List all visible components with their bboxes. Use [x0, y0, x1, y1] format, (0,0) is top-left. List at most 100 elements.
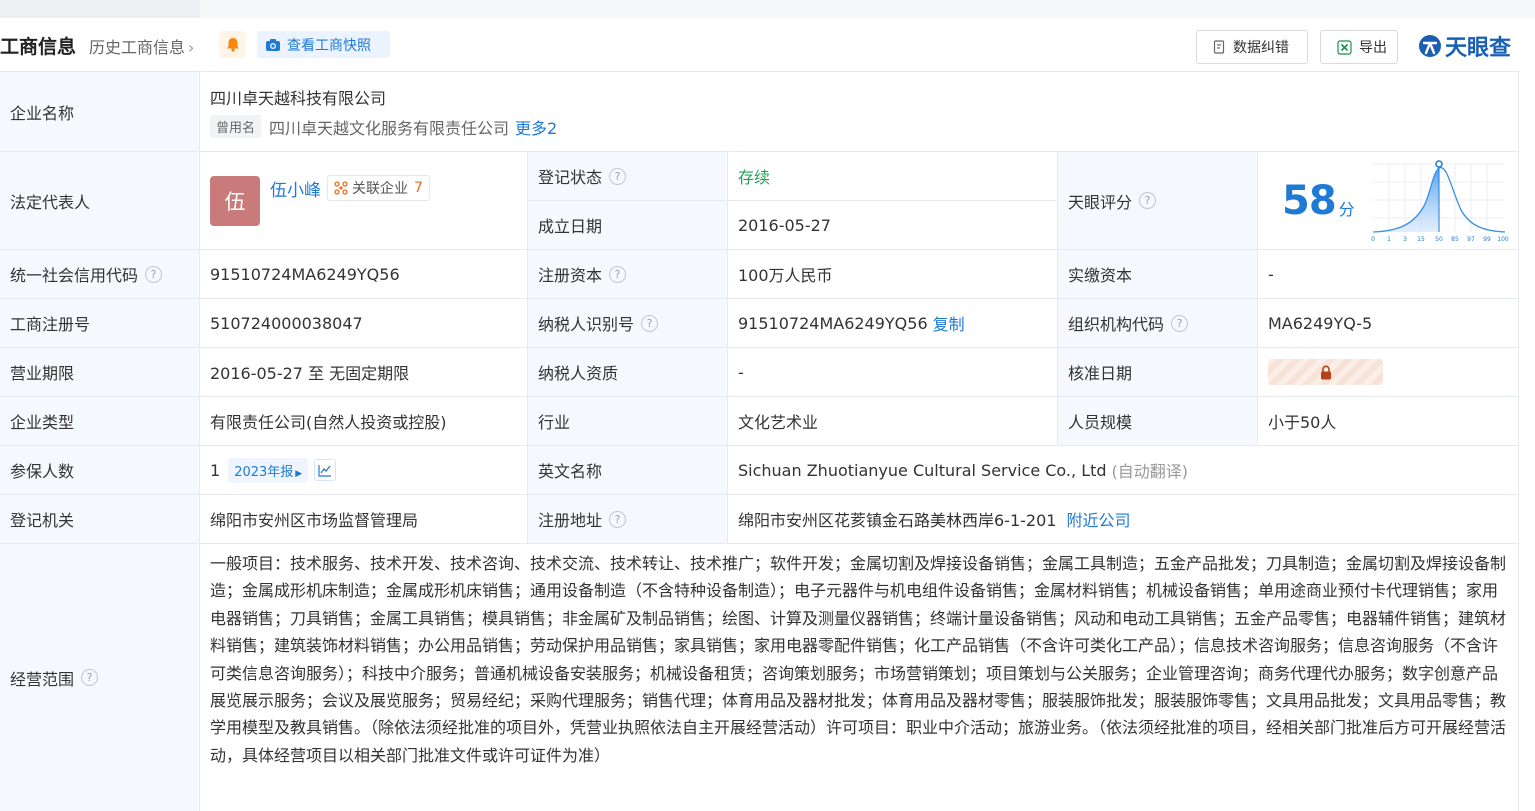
org-code-label: 组织机构代码	[1068, 315, 1165, 334]
found-date-label-cell: 成立日期	[528, 201, 728, 250]
legal-rep-label: 法定代表人	[10, 192, 91, 212]
insured-label-cell: 参保人数	[0, 446, 200, 495]
en-name-label-cell: 英文名称	[528, 446, 728, 495]
taxpayer-id-cell: 91510724MA6249YQ56 复制	[728, 299, 1058, 348]
reg-capital-cell: 100万人民币	[728, 250, 1058, 299]
history-label: 历史工商信息	[89, 38, 186, 57]
paid-capital-cell: -	[1258, 250, 1519, 299]
score-tick-8: 100	[1497, 236, 1509, 243]
history-link[interactable]: 历史工商信息 ›	[89, 34, 194, 58]
reg-status-label: 登记状态	[538, 168, 603, 187]
section-title: 工商信息	[0, 36, 77, 58]
insured-trend-button[interactable]	[314, 459, 337, 481]
snapshot-button[interactable]: 查看工商快照	[257, 31, 390, 58]
legal-rep-name-link[interactable]: 伍小峰	[270, 176, 321, 201]
help-icon[interactable]: ?	[641, 314, 659, 332]
biz-reg-no-value: 510724000038047	[210, 313, 363, 333]
taxpayer-id-value: 91510724MA6249YQ56	[738, 313, 928, 333]
authority-value: 绵阳市安州区市场监督管理局	[210, 511, 419, 530]
data-fix-label: 数据纠错	[1233, 40, 1289, 56]
monitor-bell-button[interactable]	[219, 31, 246, 58]
nearby-companies-link[interactable]: 附近公司	[1066, 507, 1130, 531]
score-tick-labels: 0 1 3 15 50 85 97 99 100	[1371, 236, 1509, 243]
address-value: 绵阳市安州区花荄镇金石路美林西岸6-1-201	[738, 511, 1057, 530]
edit-doc-icon	[1213, 40, 1225, 54]
top-strip-segment	[0, 0, 200, 18]
score-marker-dot	[1434, 159, 1443, 168]
former-name-more-link[interactable]: 更多2	[515, 115, 557, 139]
address-label-cell: 注册地址?	[528, 495, 728, 544]
en-name-note: (自动翻译)	[1111, 462, 1189, 481]
taxpayer-qual-label: 纳税人资质	[538, 364, 619, 383]
org-code-value: MA6249YQ-5	[1268, 313, 1373, 333]
copy-button[interactable]: 复制	[933, 311, 965, 335]
reg-capital-value: 100万人民币	[738, 266, 833, 285]
score-tick-1: 1	[1387, 236, 1391, 243]
term-label-cell: 营业期限	[0, 348, 200, 397]
en-name-value: Sichuan Zhuotianyue Cultural Service Co.…	[738, 460, 1107, 480]
export-label: 导出	[1359, 40, 1387, 56]
scope-value: 一般项目：技术服务、技术开发、技术咨询、技术交流、技术转让、技术推广；软件开发；…	[210, 554, 1507, 765]
help-icon[interactable]: ?	[609, 510, 627, 528]
related-companies-count: 7	[414, 179, 423, 196]
business-info-table: 企业名称 四川卓天越科技有限公司 曾用名 四川卓天越文化服务有限责任公司 更多2…	[0, 71, 1519, 811]
authority-cell: 绵阳市安州区市场监督管理局	[200, 495, 528, 544]
top-strip	[0, 0, 1535, 18]
company-name-cell: 四川卓天越科技有限公司 曾用名 四川卓天越文化服务有限责任公司 更多2	[200, 72, 1519, 152]
paid-capital-label: 实缴资本	[1068, 266, 1133, 285]
logo-mark-icon	[1419, 35, 1441, 57]
credit-code-value: 91510724MA6249YQ56	[210, 264, 400, 284]
reg-capital-label-cell: 注册资本?	[528, 250, 728, 299]
help-icon[interactable]: ?	[1171, 314, 1189, 332]
help-icon[interactable]: ?	[81, 669, 99, 686]
taxpayer-qual-cell: -	[728, 348, 1058, 397]
score-distribution-chart: 0 1 3 15 50 85 97 99 100	[1371, 159, 1509, 243]
score-tick-6: 97	[1467, 236, 1475, 243]
staff-value: 小于50人	[1268, 413, 1337, 432]
biz-reg-no-cell: 510724000038047	[200, 299, 528, 348]
former-name-row: 曾用名 四川卓天越文化服务有限责任公司 更多2	[210, 115, 557, 139]
taxpayer-id-label: 纳税人识别号	[538, 315, 635, 334]
reg-status-cell: 存续	[728, 152, 1058, 201]
export-button[interactable]: 导出	[1320, 30, 1398, 64]
insured-label: 参保人数	[10, 462, 75, 481]
term-value: 2016-05-27 至 无固定期限	[210, 364, 410, 383]
score-tick-7: 99	[1483, 236, 1491, 243]
address-label: 注册地址	[538, 511, 603, 530]
biz-reg-no-label-cell: 工商注册号	[0, 299, 200, 348]
related-companies-tag[interactable]: 关联企业 7	[327, 174, 430, 201]
legal-rep-avatar[interactable]: 伍	[210, 175, 260, 226]
score-tick-3: 15	[1417, 236, 1425, 243]
org-code-cell: MA6249YQ-5	[1258, 299, 1519, 348]
staff-label: 人员规模	[1068, 413, 1133, 432]
staff-cell: 小于50人	[1258, 397, 1519, 446]
insured-value: 1	[210, 460, 221, 480]
locked-value-button[interactable]	[1268, 359, 1383, 385]
authority-label-cell: 登记机关	[0, 495, 200, 544]
found-date-label: 成立日期	[538, 217, 603, 236]
taxpayer-qual-value: -	[738, 362, 744, 382]
scope-label: 经营范围	[10, 669, 75, 689]
en-name-label: 英文名称	[538, 462, 603, 481]
company-name-label-cell: 企业名称	[0, 72, 200, 152]
data-fix-button[interactable]: 数据纠错	[1196, 30, 1308, 64]
reg-capital-label: 注册资本	[538, 266, 603, 285]
score-tick-2: 3	[1403, 236, 1407, 243]
reg-status-label-cell: 登记状态?	[528, 152, 728, 201]
section-header: 工商信息 历史工商信息 › 查看工商快照 数据纠错 导出 天眼查	[0, 28, 1535, 64]
snapshot-label: 查看工商快照	[287, 37, 371, 54]
network-icon	[334, 180, 348, 195]
help-icon[interactable]: ?	[145, 265, 163, 283]
insured-cell: 1 2023年报 ▶	[200, 446, 528, 495]
annual-report-year-tag[interactable]: 2023年报 ▶	[228, 457, 309, 483]
biz-reg-no-label: 工商注册号	[10, 315, 91, 334]
excel-icon	[1337, 39, 1352, 55]
lock-icon	[1320, 364, 1331, 379]
help-icon[interactable]: ?	[609, 167, 627, 185]
staff-label-cell: 人员规模	[1058, 397, 1258, 446]
type-value: 有限责任公司(自然人投资或控股)	[210, 413, 447, 432]
credit-code-label-cell: 统一社会信用代码?	[0, 250, 200, 299]
help-icon[interactable]: ?	[609, 265, 627, 283]
help-icon[interactable]: ?	[1139, 192, 1157, 209]
type-label: 企业类型	[10, 413, 75, 432]
